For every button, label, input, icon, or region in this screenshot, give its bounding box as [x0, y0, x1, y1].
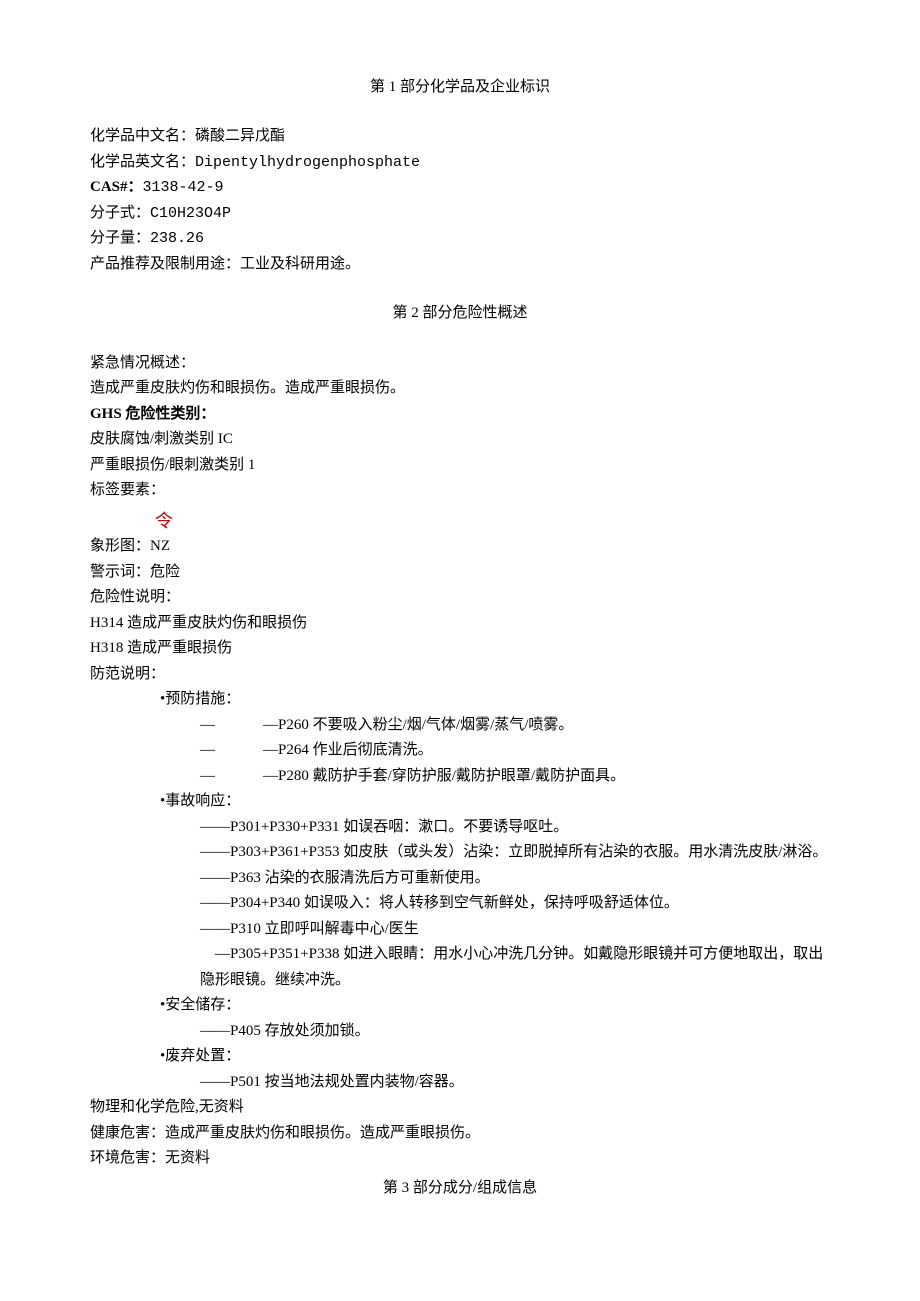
row-cas: CAS#：3138-42-9 — [90, 175, 830, 201]
dash-3: — — [200, 768, 215, 784]
pictogram-value: NZ — [150, 538, 170, 554]
env-row: 环境危害：无资料 — [90, 1146, 830, 1172]
pictogram-row: 象形图：NZ — [90, 534, 830, 560]
health-row: 健康危害：造成严重皮肤灼伤和眼损伤。造成严重眼损伤。 — [90, 1121, 830, 1147]
p305: —P305+P351+P338 如进入眼睛：用水小心冲洗几分钟。如戴隐形眼镜并可… — [90, 942, 830, 993]
p301: ——P301+P330+P331 如误吞咽：漱口。不要诱导呕吐。 — [90, 815, 830, 841]
p264: — —P264 作业后彻底清洗。 — [90, 738, 830, 764]
section1-title: 第 1 部分化学品及企业标识 — [90, 75, 830, 101]
storage-title: •安全储存： — [90, 993, 830, 1019]
dash-2: — — [200, 742, 215, 758]
emergency-text: 造成严重皮肤灼伤和眼损伤。造成严重眼损伤。 — [90, 376, 830, 402]
phys-chem-value: 无资料 — [199, 1099, 244, 1115]
response-title: •事故响应： — [90, 789, 830, 815]
p264-text: —P264 作业后彻底清洗。 — [263, 742, 433, 758]
value-use: 工业及科研用途。 — [240, 256, 360, 272]
signal-row: 警示词：危险 — [90, 560, 830, 586]
h314: H314 造成严重皮肤灼伤和眼损伤 — [90, 611, 830, 637]
disposal-title: •废弃处置： — [90, 1044, 830, 1070]
health-label: 健康危害： — [90, 1125, 165, 1141]
row-use: 产品推荐及限制用途：工业及科研用途。 — [90, 252, 830, 278]
signal-label: 警示词： — [90, 564, 150, 580]
label-cas: CAS#： — [90, 179, 143, 195]
label-mw: 分子量： — [90, 230, 150, 246]
env-value: 无资料 — [165, 1150, 210, 1166]
label-formula: 分子式： — [90, 205, 150, 221]
label-elements: 标签要素： — [90, 478, 830, 504]
phys-chem-label: 物理和化学危险, — [90, 1099, 199, 1115]
p280: — —P280 戴防护手套/穿防护服/戴防护眼罩/戴防护面具。 — [90, 764, 830, 790]
row-formula: 分子式：C10H23O4P — [90, 201, 830, 227]
ghs-label: GHS 危险性类别： — [90, 402, 830, 428]
value-mw: 238.26 — [150, 230, 204, 247]
row-mw: 分子量：238.26 — [90, 226, 830, 252]
p260: — —P260 不要吸入粉尘/烟/气体/烟雾/蒸气/喷雾。 — [90, 713, 830, 739]
row-name-cn: 化学品中文名：磷酸二异戊酯 — [90, 124, 830, 150]
ghs-cat2: 严重眼损伤/眼刺激类别 1 — [90, 453, 830, 479]
row-name-en: 化学品英文名：Dipentylhydrogenphosphate — [90, 150, 830, 176]
label-use: 产品推荐及限制用途： — [90, 256, 240, 272]
label-name-en: 化学品英文名： — [90, 154, 195, 170]
signal-value: 危险 — [150, 564, 180, 580]
section3-title: 第 3 部分成分/组成信息 — [90, 1176, 830, 1202]
hazard-stmt-label: 危险性说明： — [90, 585, 830, 611]
p501: ——P501 按当地法规处置内装物/容器。 — [90, 1070, 830, 1096]
prevention-title: •预防措施： — [90, 687, 830, 713]
dash-1: — — [200, 717, 215, 733]
label-name-cn: 化学品中文名： — [90, 128, 195, 144]
p304: ——P304+P340 如误吸入：将人转移到空气新鲜处，保持呼吸舒适体位。 — [90, 891, 830, 917]
value-name-en: Dipentylhydrogenphosphate — [195, 154, 420, 171]
value-name-cn: 磷酸二异戊酯 — [195, 128, 285, 145]
phys-chem-row: 物理和化学危险,无资料 — [90, 1095, 830, 1121]
p303: ——P303+P361+P353 如皮肤（或头发）沾染：立即脱掉所有沾染的衣服。… — [90, 840, 830, 866]
section2-title: 第 2 部分危险性概述 — [90, 301, 830, 327]
hazard-icon-row: 令 — [90, 504, 830, 535]
ghs-cat1: 皮肤腐蚀/刺激类别 IC — [90, 427, 830, 453]
env-label: 环境危害： — [90, 1150, 165, 1166]
p310: ——P310 立即呼叫解毒中心/医生 — [90, 917, 830, 943]
health-value: 造成严重皮肤灼伤和眼损伤。造成严重眼损伤。 — [165, 1125, 480, 1141]
hazard-icon: 令 — [155, 506, 173, 537]
precaution-label: 防范说明： — [90, 662, 830, 688]
value-formula: C10H23O4P — [150, 205, 231, 222]
p363: ——P363 沾染的衣服清洗后方可重新使用。 — [90, 866, 830, 892]
pictogram-label: 象形图： — [90, 538, 150, 554]
p280-text: —P280 戴防护手套/穿防护服/戴防护眼罩/戴防护面具。 — [263, 768, 625, 784]
emergency-label: 紧急情况概述： — [90, 351, 830, 377]
p405: ——P405 存放处须加锁。 — [90, 1019, 830, 1045]
p260-text: —P260 不要吸入粉尘/烟/气体/烟雾/蒸气/喷雾。 — [263, 717, 573, 733]
h318: H318 造成严重眼损伤 — [90, 636, 830, 662]
value-cas: 3138-42-9 — [143, 179, 224, 196]
